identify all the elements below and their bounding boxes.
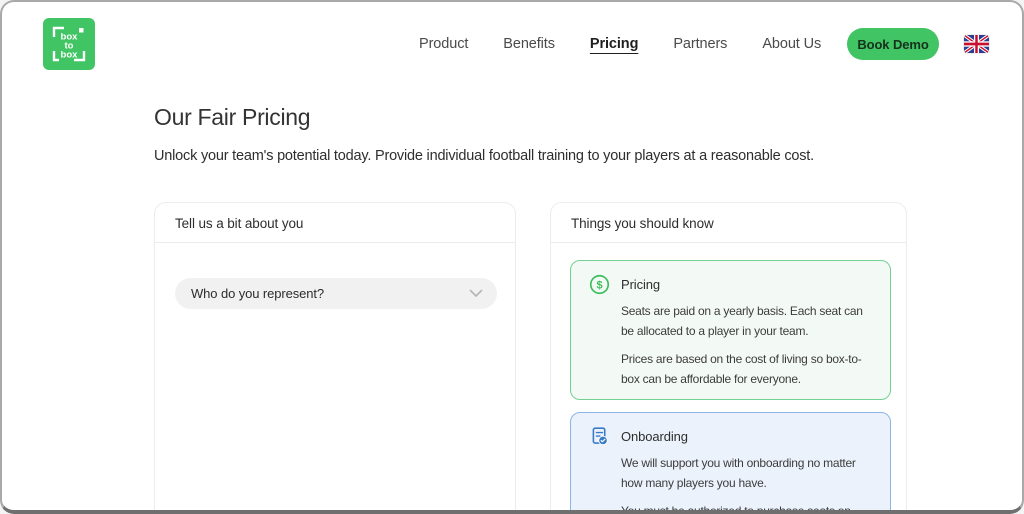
svg-text:$: $ — [596, 279, 602, 291]
page-subtitle: Unlock your team's potential today. Prov… — [154, 148, 814, 164]
pricing-info-box: $ Pricing Seats are paid on a yearly bas… — [570, 260, 891, 400]
represent-dropdown-value: Who do you represent? — [191, 286, 324, 301]
document-check-icon — [589, 426, 610, 447]
nav-item-benefits[interactable]: Benefits — [503, 36, 555, 52]
nav-item-partners[interactable]: Partners — [673, 36, 727, 52]
represent-dropdown[interactable]: Who do you represent? — [175, 278, 497, 309]
main-navigation: Product Benefits Pricing Partners About … — [419, 2, 821, 86]
nav-item-product[interactable]: Product — [419, 36, 468, 52]
nav-item-about-us[interactable]: About Us — [762, 36, 821, 52]
pricing-info-paragraph: Seats are paid on a yearly basis. Each s… — [621, 302, 874, 341]
onboarding-info-paragraph: You must be authorized to purchase seats… — [621, 502, 874, 514]
things-to-know-card: Things you should know $ Pricing Seats a… — [550, 202, 907, 514]
about-you-card: Tell us a bit about you Who do you repre… — [154, 202, 516, 514]
box-to-box-logo-icon[interactable]: box to box — [43, 18, 95, 70]
pricing-info-title: Pricing — [621, 277, 660, 292]
onboarding-info-paragraph: We will support you with onboarding no m… — [621, 454, 874, 493]
dollar-circle-icon: $ — [589, 274, 610, 295]
svg-text:box: box — [61, 50, 79, 61]
pricing-info-paragraph: Prices are based on the cost of living s… — [621, 350, 874, 389]
uk-flag-icon[interactable] — [964, 35, 989, 53]
chevron-down-icon — [469, 289, 483, 298]
nav-item-pricing[interactable]: Pricing — [590, 36, 638, 52]
things-to-know-card-title: Things you should know — [551, 203, 906, 243]
onboarding-info-title: Onboarding — [621, 429, 688, 444]
onboarding-info-box: Onboarding We will support you with onbo… — [570, 412, 891, 514]
book-demo-button[interactable]: Book Demo — [847, 28, 939, 60]
browser-viewport: box to box Product Benefits Pricing Part… — [0, 0, 1024, 514]
page-title: Our Fair Pricing — [154, 104, 310, 131]
about-you-card-title: Tell us a bit about you — [155, 203, 515, 243]
